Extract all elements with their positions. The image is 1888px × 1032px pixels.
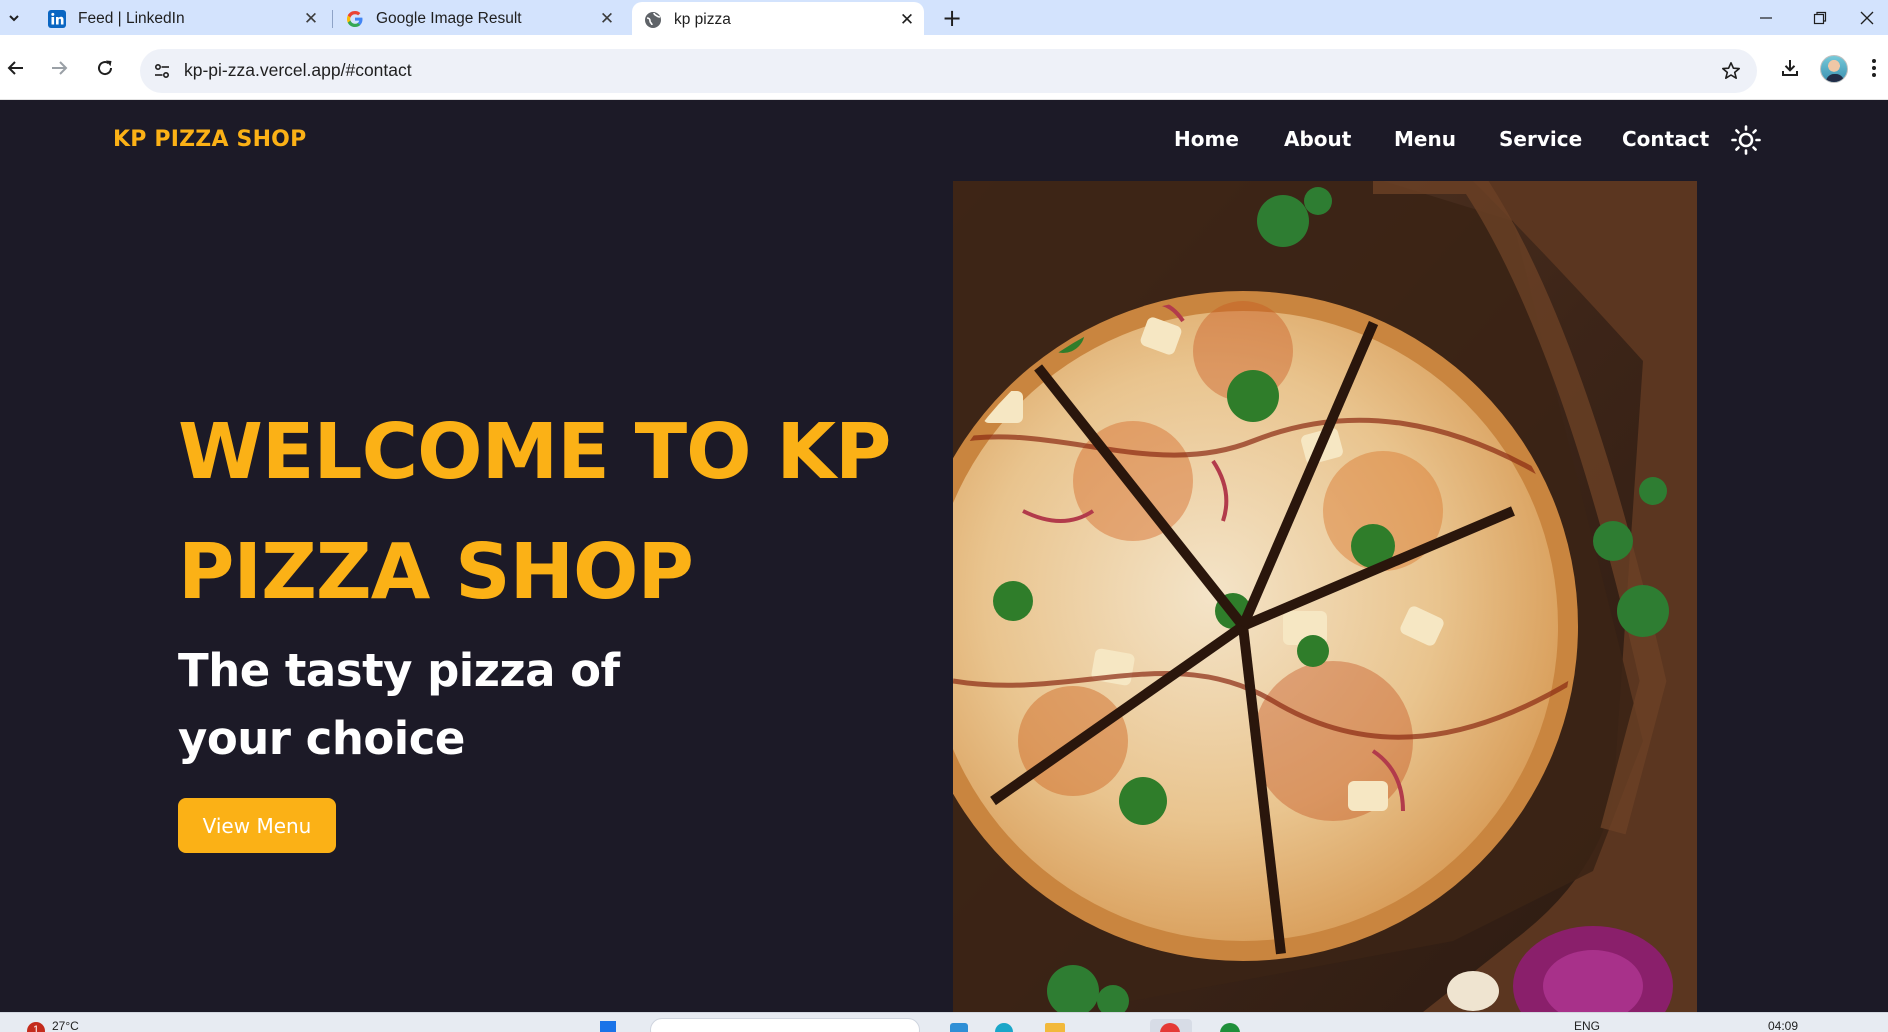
sun-icon[interactable]: [1731, 125, 1761, 155]
taskbar-search-box[interactable]: [650, 1018, 920, 1032]
os-taskbar: 1 27°C ENG 04:09: [0, 1012, 1888, 1032]
google-icon: [346, 10, 364, 28]
tab-divider: [332, 10, 333, 28]
weather-text[interactable]: 27°C: [52, 1019, 79, 1032]
tab-title: Google Image Result: [376, 9, 522, 27]
windows-start-icon[interactable]: [600, 1021, 616, 1032]
tab-close-icon[interactable]: ✕: [302, 9, 320, 29]
view-menu-button[interactable]: View Menu: [178, 798, 336, 853]
profile-avatar[interactable]: [1820, 55, 1848, 83]
hero-title: WELCOME TO KP PIZZA SHOP: [178, 408, 891, 617]
tab-kp-pizza[interactable]: kp pizza ✕: [632, 2, 924, 37]
minimize-button[interactable]: [1738, 0, 1794, 35]
tab-search-icon[interactable]: [2, 6, 26, 30]
address-bar[interactable]: kp-pi-zza.vercel.app/#contact: [140, 49, 1757, 93]
taskbar-app-icon[interactable]: [950, 1023, 968, 1032]
file-explorer-icon[interactable]: [1045, 1023, 1065, 1032]
tab-close-icon[interactable]: ✕: [898, 10, 916, 30]
new-tab-button[interactable]: +: [938, 4, 966, 32]
close-window-button[interactable]: [1846, 0, 1888, 35]
taskbar-app-icon[interactable]: [995, 1023, 1013, 1032]
url-text[interactable]: kp-pi-zza.vercel.app/#contact: [184, 60, 412, 81]
globe-icon: [644, 11, 662, 29]
pizza-photo: [953, 181, 1697, 1012]
bookmark-star-icon[interactable]: [1719, 59, 1743, 83]
browser-tab-strip: Feed | LinkedIn ✕ Google Image Result ✕ …: [0, 0, 1888, 37]
nav-contact[interactable]: Contact: [1622, 127, 1709, 151]
restore-button[interactable]: [1792, 0, 1848, 35]
nav-menu[interactable]: Menu: [1394, 127, 1456, 151]
language-indicator[interactable]: ENG: [1574, 1019, 1600, 1032]
site-logo[interactable]: KP PIZZA SHOP: [113, 127, 306, 152]
nav-service[interactable]: Service: [1499, 127, 1582, 151]
back-button[interactable]: [0, 52, 32, 84]
hero-subtitle: The tasty pizza of your choice: [178, 644, 620, 765]
taskbar-app-icon[interactable]: [1220, 1023, 1240, 1032]
browser-toolbar: kp-pi-zza.vercel.app/#contact: [0, 35, 1888, 100]
nav-about[interactable]: About: [1284, 127, 1351, 151]
notification-badge[interactable]: 1: [27, 1022, 45, 1032]
browser-menu-icon[interactable]: [1862, 52, 1886, 84]
reload-button[interactable]: [89, 52, 121, 84]
tab-google-image-result[interactable]: Google Image Result ✕: [346, 2, 616, 35]
site-info-icon[interactable]: [150, 59, 174, 83]
forward-button[interactable]: [43, 52, 75, 84]
tab-title: kp pizza: [674, 10, 731, 28]
tab-close-icon[interactable]: ✕: [598, 9, 616, 29]
clock-time[interactable]: 04:09: [1768, 1019, 1798, 1032]
linkedin-icon: [48, 9, 66, 28]
download-icon[interactable]: [1774, 52, 1806, 84]
web-page: KP PIZZA SHOP Home About Menu Service Co…: [0, 101, 1888, 1012]
nav-home[interactable]: Home: [1174, 127, 1239, 151]
tab-title: Feed | LinkedIn: [78, 9, 185, 27]
tab-linkedin[interactable]: Feed | LinkedIn ✕: [48, 2, 320, 35]
